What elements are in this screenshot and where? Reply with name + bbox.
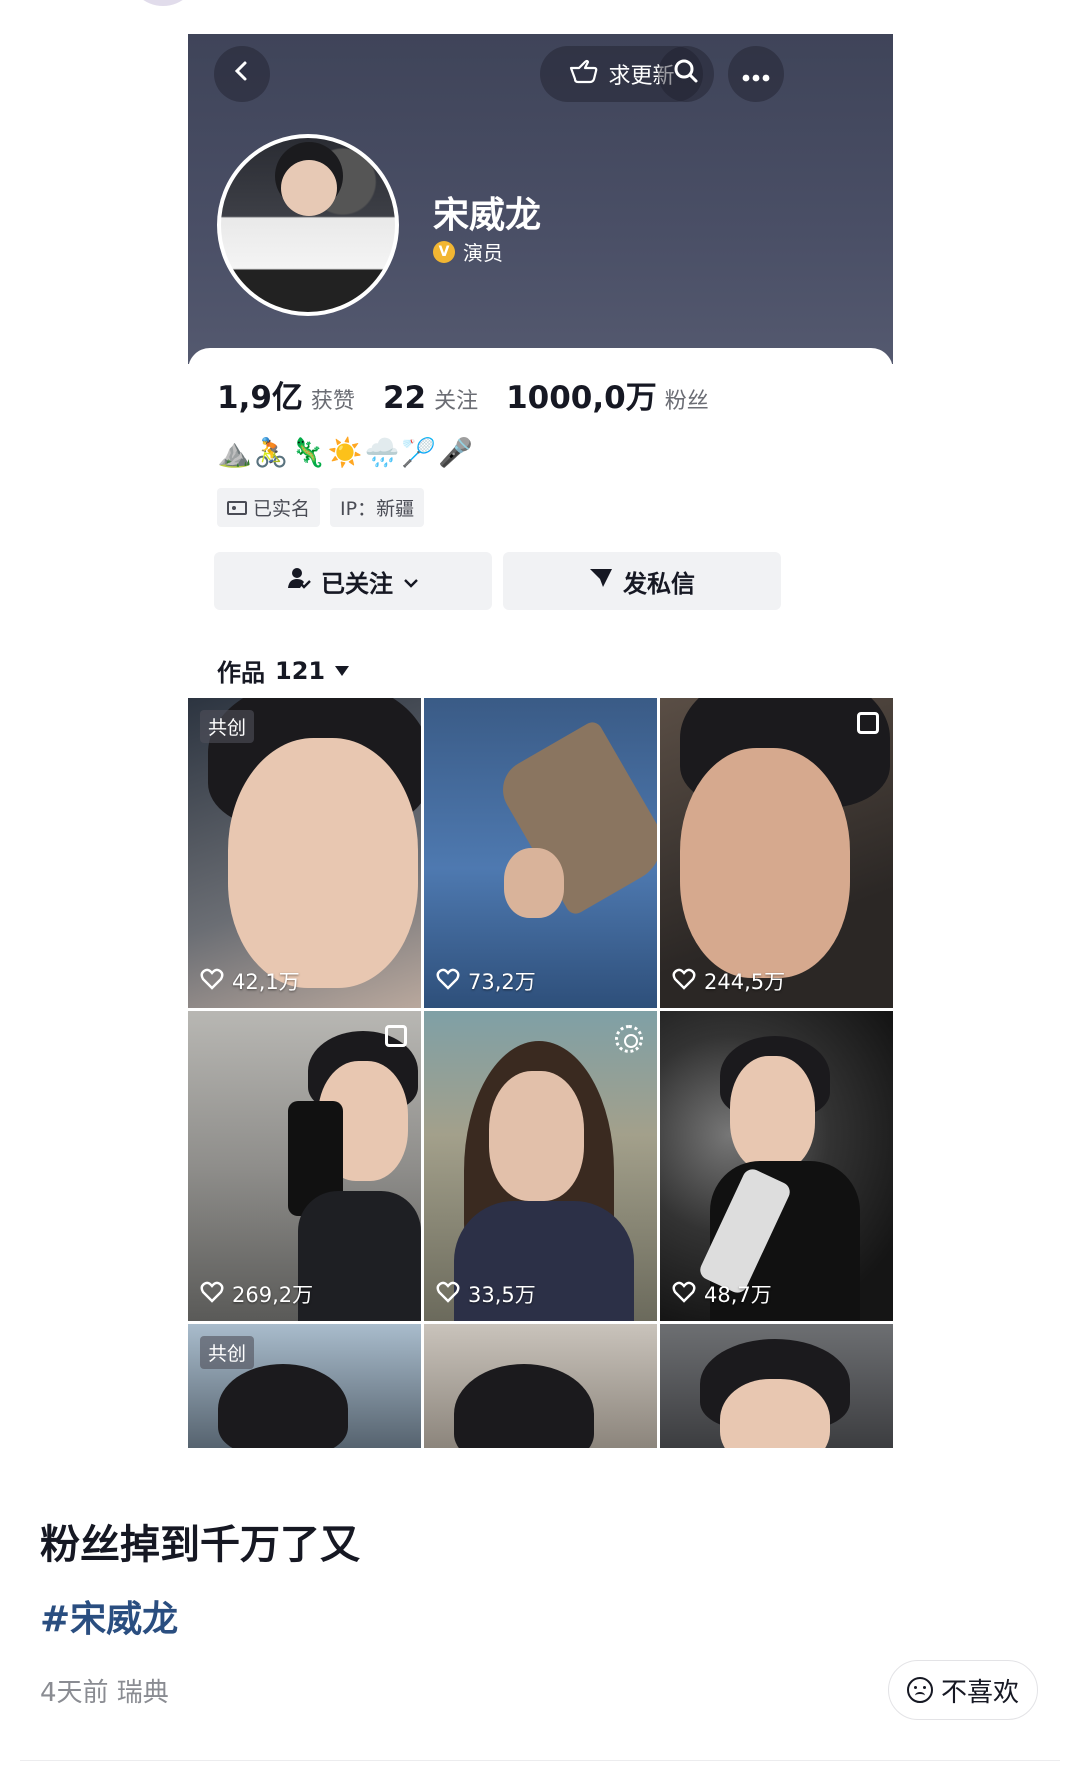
work-item[interactable]: 共创 42,1万 <box>188 698 421 1008</box>
like-count: 42,1万 <box>200 966 300 996</box>
work-item[interactable]: 33,5万 <box>424 1011 657 1321</box>
gallery-icon <box>385 1025 407 1047</box>
profile-tags: 已实名 IP：新疆 <box>217 488 425 527</box>
like-value: 48,7万 <box>704 1283 772 1307</box>
profile-body: 1,9亿 获赞 22 关注 1000,0万 粉丝 ⛰️🚴🦎☀️🌧️🏸🎤 已实名 … <box>188 348 893 1476</box>
stat-followers-label: 粉丝 <box>664 389 709 414</box>
like-value: 244,5万 <box>704 970 786 994</box>
stat-likes[interactable]: 1,9亿 获赞 <box>217 372 355 417</box>
dislike-button[interactable]: 不喜欢 <box>887 1660 1038 1720</box>
thumb-face <box>680 748 850 978</box>
profile-stats: 1,9亿 获赞 22 关注 1000,0万 粉丝 <box>217 372 709 417</box>
id-card-icon <box>227 500 247 515</box>
works-grid: 共创 42,1万 73,2万 244,5万 269,2万 33,5万 48,7万… <box>188 698 893 1448</box>
verified-role: V 演员 <box>433 237 503 266</box>
stat-followers-value: 1000,0万 <box>506 380 657 416</box>
heart-icon <box>200 1281 224 1308</box>
stat-following-value: 22 <box>382 380 427 416</box>
thumb-face <box>489 1071 584 1201</box>
ip-tag: IP：新疆 <box>330 488 425 527</box>
stat-following[interactable]: 22 关注 <box>383 380 478 416</box>
work-item[interactable]: 269,2万 <box>188 1011 421 1321</box>
stat-likes-label: 获赞 <box>310 389 355 414</box>
profile-screenshot: 求更新 宋威龙 V 演员 1,9亿 获赞 22 关注 1000,0万 粉丝 ⛰️… <box>188 34 893 1476</box>
profile-name: 宋威龙 <box>433 195 542 236</box>
heart-icon <box>672 968 696 995</box>
work-item[interactable] <box>660 1324 893 1448</box>
work-item[interactable]: 73,2万 <box>424 698 657 1008</box>
thumb-face <box>228 738 418 988</box>
gallery-icon <box>857 712 879 734</box>
more-button[interactable] <box>728 46 784 102</box>
search-icon <box>673 58 699 91</box>
works-tab[interactable]: 作品 121 <box>217 653 350 688</box>
dislike-label: 不喜欢 <box>940 1677 1019 1708</box>
stat-followers[interactable]: 1000,0万 粉丝 <box>506 372 709 417</box>
thumb-face <box>730 1056 815 1171</box>
live-photo-icon <box>615 1025 643 1053</box>
works-count: 121 <box>275 656 326 685</box>
follow-button[interactable]: 已关注 <box>214 552 492 610</box>
thumb-hair <box>454 1364 594 1448</box>
pointing-hand-icon <box>568 58 598 90</box>
work-item[interactable]: 共创 <box>188 1324 421 1448</box>
avatar-person <box>281 160 337 216</box>
profile-avatar[interactable] <box>217 134 399 316</box>
divider <box>20 1760 1060 1761</box>
like-value: 73,2万 <box>468 970 536 994</box>
co-creation-badge: 共创 <box>200 1336 255 1369</box>
like-count: 244,5万 <box>672 966 785 996</box>
search-button[interactable] <box>658 46 714 102</box>
works-label: 作品 <box>217 659 265 687</box>
back-button[interactable] <box>214 46 270 102</box>
like-count: 73,2万 <box>436 966 536 996</box>
like-value: 269,2万 <box>232 1283 314 1307</box>
post-meta: 4天前 瑞典 <box>40 1678 169 1708</box>
bio-emojis: ⛰️🚴🦎☀️🌧️🏸🎤 <box>217 436 476 469</box>
heart-icon <box>436 1281 460 1308</box>
send-icon <box>589 567 613 595</box>
real-name-tag: 已实名 <box>217 488 321 527</box>
message-button[interactable]: 发私信 <box>503 552 781 610</box>
followed-user-icon <box>287 566 311 596</box>
chevron-down-icon <box>403 567 419 595</box>
message-label: 发私信 <box>623 569 695 598</box>
sad-face-icon <box>906 1677 933 1703</box>
work-item[interactable]: 244,5万 <box>660 698 893 1008</box>
stat-following-label: 关注 <box>434 389 479 414</box>
thumb-shirt <box>298 1191 421 1321</box>
heart-icon <box>436 968 460 995</box>
like-value: 33,5万 <box>468 1283 536 1307</box>
hashtag-link[interactable]: #宋威龙 <box>40 1590 178 1642</box>
like-count: 269,2万 <box>200 1279 313 1309</box>
ellipsis-icon <box>742 59 770 89</box>
ip-label: IP：新疆 <box>340 498 415 520</box>
v-badge-icon: V <box>433 240 455 263</box>
heart-icon <box>200 968 224 995</box>
like-count: 33,5万 <box>436 1279 536 1309</box>
real-name-label: 已实名 <box>253 498 311 520</box>
like-value: 42,1万 <box>232 970 300 994</box>
dropdown-triangle-icon <box>335 665 350 676</box>
follow-label: 已关注 <box>321 569 393 598</box>
thumb-hair <box>218 1364 348 1448</box>
like-count: 48,7万 <box>672 1279 772 1309</box>
work-item[interactable] <box>424 1324 657 1448</box>
thumb-face <box>720 1379 830 1448</box>
poster-avatar[interactable] <box>128 0 198 6</box>
stat-likes-value: 1,9亿 <box>217 380 303 416</box>
chevron-left-icon <box>231 59 253 89</box>
work-item[interactable]: 48,7万 <box>660 1011 893 1321</box>
post-title: 粉丝掉到千万了又 <box>40 1522 360 1568</box>
co-creation-badge: 共创 <box>200 710 255 743</box>
profile-header: 求更新 宋威龙 V 演员 <box>188 34 893 364</box>
heart-icon <box>672 1281 696 1308</box>
thumb-face <box>504 848 564 918</box>
role-label: 演员 <box>463 241 503 265</box>
